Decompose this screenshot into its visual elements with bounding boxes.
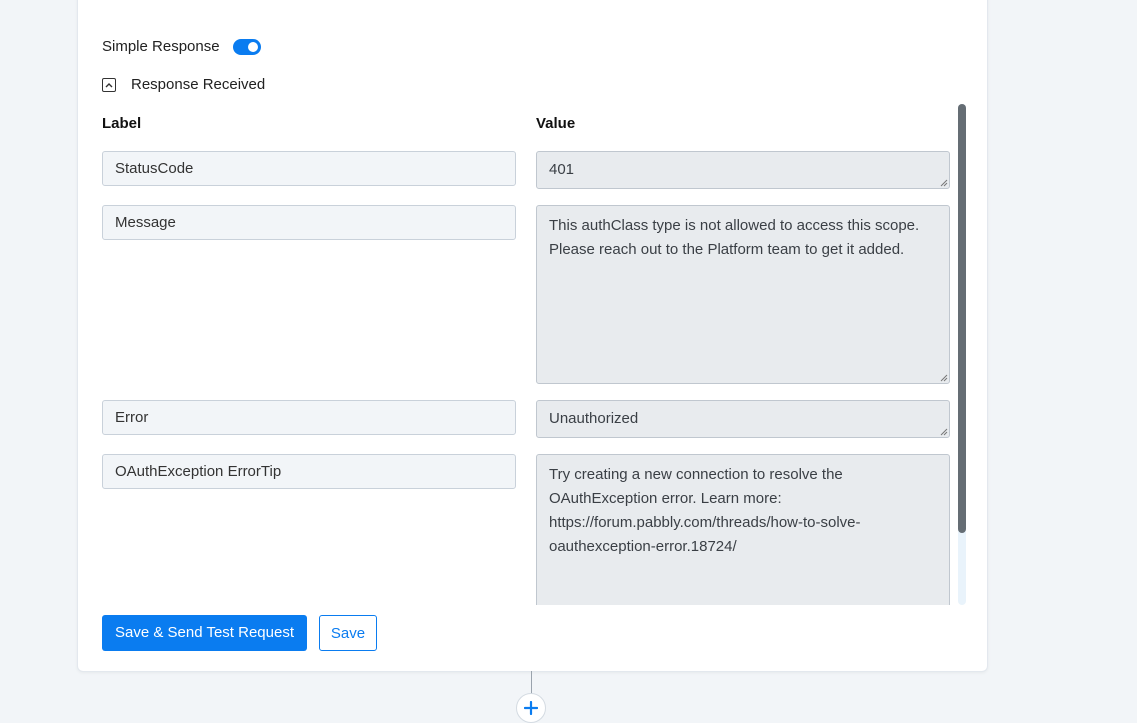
response-rows: StatusCode 401 Message This authClass ty… xyxy=(102,145,966,605)
label-column-header: Label xyxy=(102,115,142,132)
add-step-button[interactable] xyxy=(516,693,546,723)
response-received-label: Response Received xyxy=(131,76,266,93)
label-field-error[interactable]: Error xyxy=(102,400,516,435)
value-text: Try creating a new connection to resolve… xyxy=(549,466,861,555)
scrollbar[interactable] xyxy=(958,104,966,605)
resize-grip-icon[interactable] xyxy=(938,426,948,436)
plus-icon xyxy=(524,701,538,715)
value-text: This authClass type is not allowed to ac… xyxy=(549,217,920,258)
scrollbar-thumb[interactable] xyxy=(958,104,966,533)
resize-grip-icon[interactable] xyxy=(938,177,948,187)
value-text: 401 xyxy=(549,161,575,178)
step-connector-line xyxy=(531,671,532,695)
simple-response-toggle[interactable] xyxy=(232,38,261,55)
value-text: Unauthorized xyxy=(549,410,639,427)
value-field-message[interactable]: This authClass type is not allowed to ac… xyxy=(536,205,950,384)
simple-response-row: Simple Response xyxy=(102,38,261,55)
response-received-row: Response Received xyxy=(102,76,265,93)
toggle-knob xyxy=(247,41,258,52)
resize-grip-icon[interactable] xyxy=(938,372,948,382)
value-field-statuscode[interactable]: 401 xyxy=(536,151,950,189)
value-field-error[interactable]: Unauthorized xyxy=(536,400,950,438)
chevron-up-icon[interactable] xyxy=(102,77,116,92)
save-and-send-test-request-button[interactable]: Save & Send Test Request xyxy=(102,615,308,651)
value-field-oauth-errortip[interactable]: Try creating a new connection to resolve… xyxy=(536,454,950,605)
save-button[interactable]: Save xyxy=(319,615,377,651)
label-field-message[interactable]: Message xyxy=(102,205,516,240)
simple-response-label: Simple Response xyxy=(102,38,220,55)
label-field-statuscode[interactable]: StatusCode xyxy=(102,151,516,186)
value-column-header: Value xyxy=(536,115,576,132)
label-field-oauth-errortip[interactable]: OAuthException ErrorTip xyxy=(102,454,516,489)
